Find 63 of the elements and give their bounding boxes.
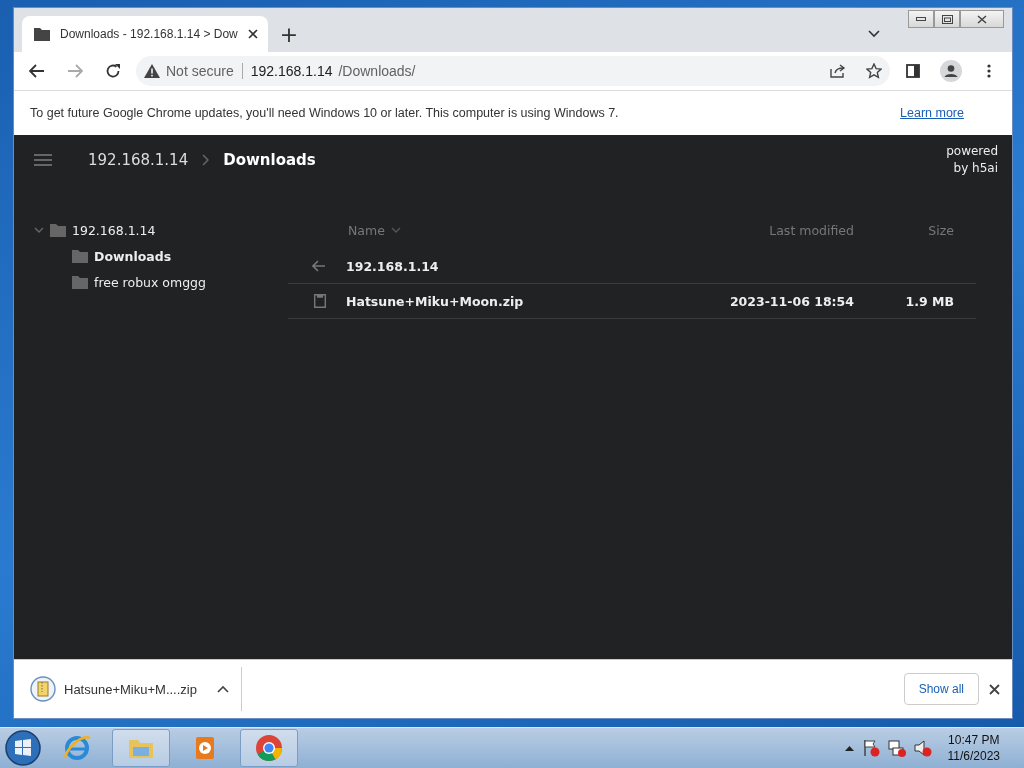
address-bar[interactable]: Not secure 192.168.1.14 /Downloads/ [136,56,890,86]
browser-globe-icon [62,733,92,763]
tree-item[interactable]: 192.168.1.14 [34,217,288,243]
url-path: /Downloads/ [338,63,416,79]
start-orb-icon[interactable] [4,729,42,767]
chevron-right-icon [202,154,210,166]
flag-alert-icon[interactable] [861,739,880,757]
avatar-icon [940,60,962,82]
update-message: To get future Google Chrome updates, you'll need Windows 10 or later. This computer is using Windows 7. [30,106,620,120]
folder-icon [72,249,88,263]
side-panel-icon [906,64,920,78]
column-header[interactable]: Size [854,222,976,238]
column-header[interactable]: Last modified [684,222,854,238]
speaker-muted-icon[interactable] [913,739,932,757]
close-icon[interactable] [989,683,1000,695]
powered-by-text: powered by h5ai [945,143,998,177]
security-label: Not secure [166,63,243,79]
show-all-button[interactable]: Show all [903,673,979,705]
file-icon [314,294,326,308]
close-icon [977,14,987,24]
chrome-logo-icon [254,733,284,763]
folder-icon [72,275,88,289]
close-icon[interactable] [247,29,258,39]
warning-icon [144,64,160,78]
url-host: 192.168.1.14 [250,63,333,79]
back-arrow-icon [29,64,45,78]
breadcrumb-link[interactable]: 192.168.1.14 [88,151,189,169]
network-alert-icon[interactable] [887,739,906,757]
clock-time[interactable]: 10:47 PM [947,732,1000,748]
restore-button[interactable] [934,10,960,28]
tree-item[interactable]: Downloads [72,243,288,269]
more-menu-icon [987,64,991,78]
learn-more-link[interactable]: Learn more [900,106,964,120]
star-icon[interactable] [866,63,882,79]
close-button[interactable] [960,10,1004,28]
clock-date[interactable]: 11/6/2023 [947,748,1000,764]
forward-arrow-icon [67,64,83,78]
file-name-link[interactable]: Hatsune+Miku+Moon.zip [346,293,684,309]
reload-icon [105,63,121,79]
folder-icon [34,27,50,41]
folder-icon [50,223,66,237]
minimize-button[interactable] [908,10,934,28]
share-icon[interactable] [830,64,846,78]
back-arrow-icon [312,260,326,272]
parent-folder-row[interactable]: 192.168.1.14 [288,249,976,284]
chevron-down-icon [34,225,44,235]
chevron-down-icon[interactable] [868,30,880,38]
taskbar-app-button[interactable] [240,729,298,767]
file-size: 1.9 MB [904,293,955,309]
caret-down-icon [390,226,401,234]
restore-icon [941,14,953,24]
breadcrumb-link[interactable]: Downloads [223,151,316,169]
tree-item[interactable]: free robux omggg [72,269,288,295]
zip-file-icon [30,676,56,702]
caret-up-icon[interactable] [216,685,229,693]
column-header[interactable]: Name [348,222,684,238]
new-tab-button[interactable]: + [273,21,305,47]
minimize-icon [916,16,926,22]
menu-icon [34,153,52,167]
caret-up-icon[interactable] [844,745,854,751]
modified-date: 2023-11-06 18:54 [728,293,854,309]
browser-tab[interactable]: Downloads - 192.168.1.14 > Dow [22,16,268,52]
download-item[interactable]: Hatsune+Miku+M....zip [26,667,242,711]
